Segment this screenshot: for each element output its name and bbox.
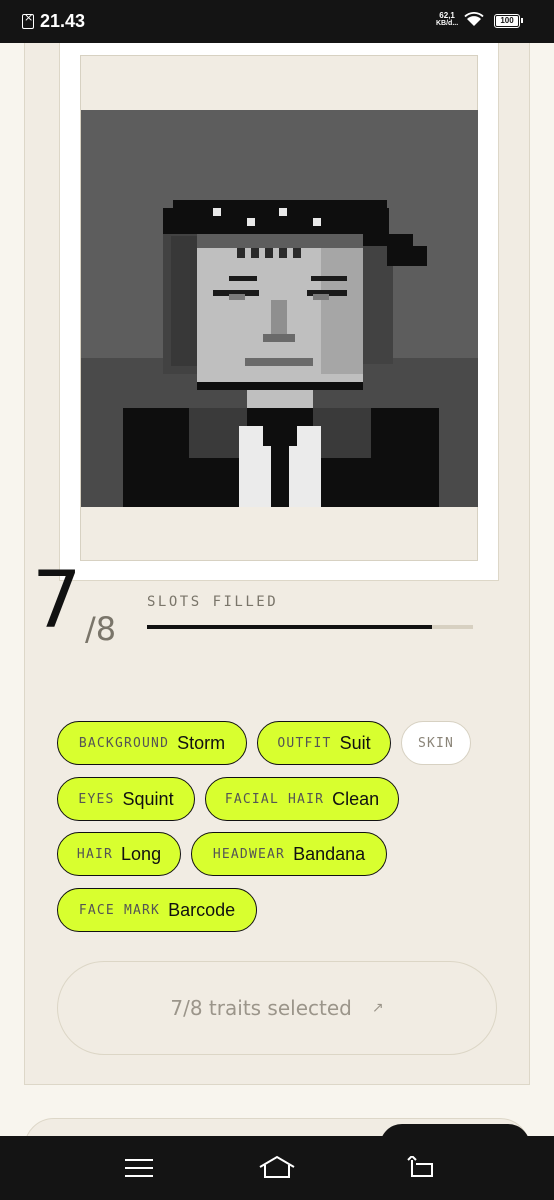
trait-key: EYES <box>78 791 115 807</box>
trait-key: OUTFIT <box>277 735 332 751</box>
trait-value: Clean <box>332 788 380 809</box>
pixel-portrait <box>81 110 478 507</box>
trait-key: HAIR <box>76 846 114 862</box>
slots-filled-count: 7 <box>32 556 82 646</box>
trait-value: Storm <box>177 732 226 753</box>
trait-chip-background[interactable]: BACKGROUND Storm <box>57 721 247 765</box>
back-icon <box>407 1156 433 1177</box>
trait-chip-hair[interactable]: HAIR Long <box>57 832 181 876</box>
network-speed-value: 62,1 <box>439 11 455 20</box>
battery-level: 100 <box>496 16 518 26</box>
wifi-icon <box>464 12 484 26</box>
portrait-mat <box>80 55 478 561</box>
arrow-up-right-icon: ↗ <box>371 1000 384 1016</box>
home-button[interactable] <box>257 1150 297 1186</box>
slots-filled-label: SLOTS FILLED <box>147 594 279 610</box>
home-icon <box>259 1155 295 1178</box>
trait-chip-facial-hair[interactable]: FACIAL HAIR Clean <box>205 777 399 821</box>
slots-progress-fill <box>147 625 433 629</box>
trait-key: FACE MARK <box>78 902 161 918</box>
trait-key: FACIAL HAIR <box>224 791 325 807</box>
trait-value: Suit <box>339 732 371 753</box>
trait-chip-headwear[interactable]: HEADWEAR Bandana <box>191 832 387 876</box>
traits-selected-button[interactable]: 7/8 traits selected ↗ <box>57 961 497 1055</box>
slots-total-count: /8 <box>85 610 117 648</box>
status-bar: 21.43 62,1 KB/d... 100 <box>0 0 554 43</box>
status-time: 21.43 <box>40 11 86 31</box>
trait-value: Barcode <box>168 899 236 920</box>
recent-apps-button[interactable] <box>119 1150 159 1186</box>
trait-chip-outfit[interactable]: OUTFIT Suit <box>257 721 391 765</box>
network-speed: 62,1 KB/d... <box>436 12 458 28</box>
portrait-frame <box>59 43 499 581</box>
status-left: 21.43 <box>22 11 85 32</box>
system-nav-bar <box>0 1136 554 1200</box>
no-sim-icon <box>22 11 34 29</box>
trait-chip-skin[interactable]: SKIN <box>401 721 471 765</box>
trait-key: HEADWEAR <box>212 846 286 862</box>
slots-progress-bar <box>147 625 473 629</box>
trait-key: SKIN <box>417 735 455 751</box>
trait-value: Bandana <box>293 843 366 864</box>
network-speed-unit: KB/d... <box>436 20 459 27</box>
battery-icon: 100 <box>494 14 523 28</box>
trait-value: Squint <box>122 788 174 809</box>
traits-selected-label: 7/8 traits selected <box>170 996 352 1020</box>
trait-value: Long <box>121 843 162 864</box>
trait-chip-face-mark[interactable]: FACE MARK Barcode <box>57 888 257 932</box>
back-button[interactable] <box>401 1150 441 1186</box>
trait-key: BACKGROUND <box>78 735 170 751</box>
menu-icon <box>125 1159 153 1177</box>
trait-chip-eyes[interactable]: EYES Squint <box>57 777 195 821</box>
